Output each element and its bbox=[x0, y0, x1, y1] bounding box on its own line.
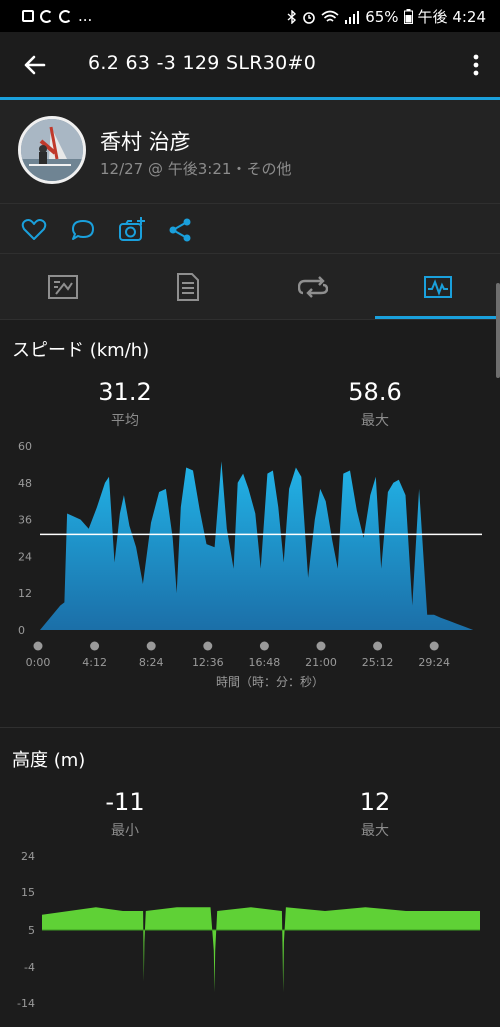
gallery-notification-icon bbox=[22, 10, 34, 22]
y-tick-label: 5 bbox=[28, 924, 35, 937]
x-axis-label: 時間（時：分：秒） bbox=[216, 675, 324, 689]
battery-percent: 65% bbox=[365, 7, 399, 26]
x-tick-label: 12:36 bbox=[192, 656, 224, 669]
x-tick-marker[interactable] bbox=[429, 641, 439, 651]
activity-title: 6.2 63 -3 129 SLR30#0 bbox=[88, 52, 317, 74]
share-icon[interactable] bbox=[167, 216, 195, 244]
battery-icon bbox=[403, 9, 413, 24]
more-notifications-text: ... bbox=[78, 7, 93, 25]
y-tick-label: -14 bbox=[17, 997, 35, 1010]
details-icon bbox=[176, 273, 199, 301]
x-tick-marker[interactable] bbox=[373, 641, 383, 651]
arrow-back-icon[interactable] bbox=[20, 50, 50, 80]
speed-chart[interactable]: 60 48 36 24 12 0 0:00 4:12 8:24 12:36 16:48 21:00 25… bbox=[0, 436, 500, 700]
elevation-min-label: 最小 bbox=[111, 823, 139, 839]
elevation-series-area bbox=[42, 907, 480, 993]
status-bar: ... 65% 午後 4:24 bbox=[0, 0, 500, 32]
speed-max-label: 最大 bbox=[361, 413, 389, 429]
alarm-icon bbox=[303, 11, 316, 24]
user-name[interactable]: 香村 治彦 bbox=[100, 126, 191, 156]
tab-laps[interactable] bbox=[250, 254, 375, 320]
x-tick-label: 29:24 bbox=[418, 656, 450, 669]
y-tick-label: -4 bbox=[24, 961, 35, 974]
elevation-min-value: -11 bbox=[105, 788, 145, 816]
avatar-image bbox=[21, 119, 83, 181]
elevation-max-value: 12 bbox=[359, 788, 391, 816]
sync-notification-icon bbox=[59, 9, 72, 23]
section-divider bbox=[0, 727, 500, 728]
tab-charts[interactable] bbox=[375, 254, 500, 320]
x-tick-label: 0:00 bbox=[26, 656, 51, 669]
speed-chart-title: スピード (km/h) bbox=[12, 340, 150, 361]
activity-header: 香村 治彦 12/27 @ 午後3:21・その他 bbox=[0, 100, 500, 204]
speed-average-label: 平均 bbox=[111, 413, 139, 429]
y-tick-label: 60 bbox=[18, 440, 32, 453]
more-vert-icon[interactable] bbox=[470, 50, 482, 80]
x-tick-label: 4:12 bbox=[82, 656, 107, 669]
x-tick-label: 16:48 bbox=[249, 656, 281, 669]
x-tick-marker[interactable] bbox=[33, 641, 43, 651]
app-bar: 6.2 63 -3 129 SLR30#0 bbox=[0, 32, 500, 98]
notification-icons: ... bbox=[22, 7, 92, 25]
y-tick-label: 36 bbox=[18, 514, 32, 527]
x-tick-marker[interactable] bbox=[146, 641, 156, 651]
charts-icon bbox=[423, 276, 452, 298]
y-tick-label: 24 bbox=[18, 550, 32, 563]
x-tick-label: 25:12 bbox=[362, 656, 394, 669]
x-tick-label: 8:24 bbox=[139, 656, 164, 669]
map-icon bbox=[47, 275, 78, 299]
x-tick-label: 21:00 bbox=[305, 656, 337, 669]
speed-series-area bbox=[40, 461, 480, 630]
active-tab-indicator bbox=[375, 316, 500, 319]
avatar[interactable] bbox=[18, 116, 86, 184]
tab-details[interactable] bbox=[125, 254, 250, 320]
signal-icon bbox=[345, 10, 360, 24]
sync-notification-icon bbox=[40, 9, 53, 23]
clock: 午後 4:24 bbox=[417, 8, 486, 26]
tab-divider bbox=[0, 319, 500, 320]
x-tick-marker[interactable] bbox=[316, 641, 326, 651]
activity-date: 12/27 @ 午後3:21・その他 bbox=[100, 160, 292, 178]
speed-average-value: 31.2 bbox=[98, 378, 152, 406]
speed-max-value: 58.6 bbox=[348, 378, 402, 406]
heart-icon[interactable] bbox=[20, 216, 48, 244]
y-tick-label: 12 bbox=[18, 587, 32, 600]
y-tick-label: 0 bbox=[18, 624, 25, 637]
elevation-chart-title: 高度 (m) bbox=[12, 750, 86, 771]
tab-map[interactable] bbox=[0, 254, 125, 320]
add-photo-icon[interactable] bbox=[118, 216, 146, 244]
tab-bar bbox=[0, 254, 500, 320]
elevation-chart[interactable]: 24 15 5 -4 -14 bbox=[0, 846, 500, 1027]
x-tick-marker[interactable] bbox=[259, 641, 269, 651]
laps-icon bbox=[297, 276, 328, 298]
x-tick-marker[interactable] bbox=[203, 641, 213, 651]
action-row bbox=[0, 204, 500, 254]
y-tick-label: 48 bbox=[18, 477, 32, 490]
y-tick-label: 15 bbox=[21, 886, 35, 899]
bluetooth-icon bbox=[287, 9, 297, 24]
y-tick-label: 24 bbox=[21, 850, 35, 863]
comment-icon[interactable] bbox=[69, 216, 97, 244]
scrollbar[interactable] bbox=[496, 283, 500, 378]
x-tick-marker[interactable] bbox=[90, 641, 100, 651]
elevation-max-label: 最大 bbox=[361, 823, 389, 839]
wifi-icon bbox=[321, 10, 339, 22]
